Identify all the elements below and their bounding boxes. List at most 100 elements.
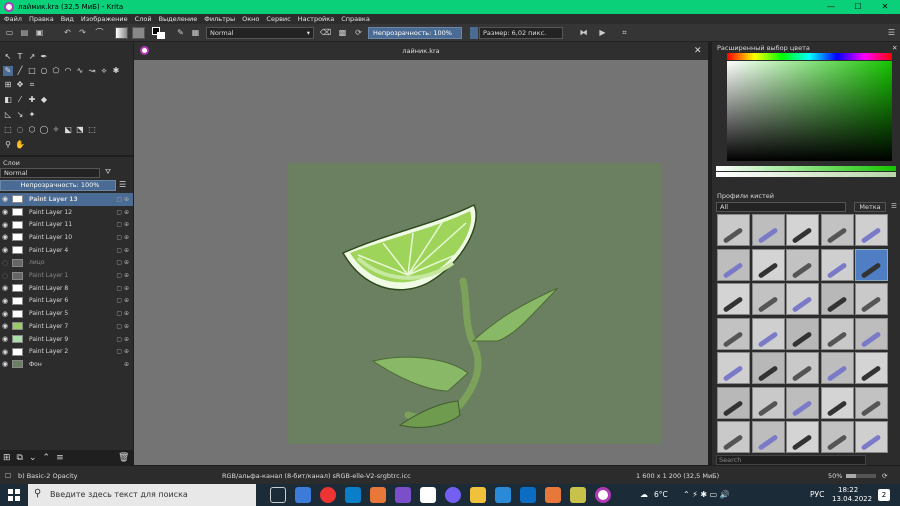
layer-opacity-slider[interactable]: Непрозрачность: 100% (0, 180, 116, 191)
brush-preset-icon[interactable] (717, 283, 750, 315)
app-icon[interactable] (545, 487, 561, 503)
menu-settings[interactable]: Настройка (298, 15, 334, 23)
brush-preset-icon[interactable] (855, 386, 888, 419)
layer-row[interactable]: ◉ Paint Layer 10 ▢ ⊕ (0, 231, 133, 244)
brush-preset-icon[interactable] (751, 352, 785, 384)
document-tab[interactable]: лайник.kra (134, 42, 708, 60)
rectangle-tool-icon[interactable]: □ (27, 66, 37, 76)
eye-icon[interactable]: ◉ (2, 208, 10, 216)
windows-start-icon[interactable] (8, 489, 20, 501)
brush-preset-icon[interactable] (855, 214, 888, 246)
eye-icon[interactable]: ◉ (2, 335, 10, 343)
brush-preset-icon[interactable] (786, 352, 819, 384)
polygon-select-icon[interactable]: ⬡ (27, 125, 37, 135)
add-layer-icon[interactable]: ⊞ (3, 453, 11, 463)
polygon-tool-icon[interactable]: ⬠ (51, 66, 61, 76)
mail-icon[interactable] (520, 487, 536, 503)
pan-tool-icon[interactable]: ✋ (15, 140, 25, 150)
layer-blend-select[interactable]: Normal (0, 168, 100, 178)
brush-settings-icon[interactable]: ▦ (190, 27, 201, 38)
brush-preset-icon[interactable] (786, 317, 819, 350)
zoom-tool-icon[interactable]: ⚲ (3, 140, 13, 150)
app-icon[interactable] (370, 487, 386, 503)
eye-icon[interactable]: ◉ (2, 195, 10, 203)
minimize-button[interactable]: — (818, 0, 844, 14)
save-document-icon[interactable]: ▣ (34, 27, 45, 38)
brush-preset-icon[interactable] (717, 386, 750, 419)
brush-preset-icon[interactable] (751, 421, 785, 453)
layer-row[interactable]: ○ лицо ▢ ⊕ (0, 257, 133, 270)
eye-icon[interactable]: ◉ (2, 284, 10, 292)
brush-preset-icon[interactable] (820, 317, 854, 350)
close-document-icon[interactable]: ✕ (694, 46, 702, 56)
layer-row[interactable]: ◉ Paint Layer 11 ▢ ⊕ (0, 218, 133, 231)
brush-preset-icon[interactable] (820, 386, 854, 419)
clock-time[interactable]: 18:22 (838, 486, 858, 494)
menu-image[interactable]: Изображение (81, 15, 128, 23)
saturation-slider[interactable] (716, 166, 896, 171)
brush-menu-icon[interactable]: ☰ (891, 202, 897, 210)
brush-preset-icon[interactable] (717, 248, 750, 281)
file-explorer-icon[interactable] (470, 487, 486, 503)
menu-filters[interactable]: Фильтры (204, 15, 235, 23)
bezier-select-icon[interactable]: ⬔ (75, 125, 85, 135)
layer-menu-icon[interactable]: ☰ (119, 180, 126, 189)
mirror-vertical-icon[interactable]: ▶ (597, 27, 608, 38)
move-down-icon[interactable]: ⌄ (29, 453, 37, 463)
brush-preset-icon[interactable] (717, 317, 750, 350)
language-indicator[interactable]: РУС (810, 490, 824, 499)
weather-temp[interactable]: 6°C (654, 490, 668, 499)
similar-select-icon[interactable]: ⬕ (63, 125, 73, 135)
magnetic-select-icon[interactable]: ⬚ (87, 125, 97, 135)
hue-slider[interactable] (727, 53, 892, 60)
reload-preset-icon[interactable]: ⟳ (353, 27, 364, 38)
multibrush-icon[interactable]: ✱ (111, 66, 121, 76)
tray-icons[interactable]: ⌃ ⚡ ✱ ▭ 🔊 (683, 490, 730, 499)
brush-stroke-icon[interactable]: ⌒ (94, 27, 105, 38)
app-icon[interactable] (345, 487, 361, 503)
layer-row[interactable]: ◉ Paint Layer 7 ▢ ⊕ (0, 320, 133, 333)
assistant-tool-icon[interactable]: ◺ (3, 110, 13, 120)
app-icon[interactable] (420, 487, 436, 503)
brush-preset-icon[interactable] (820, 283, 854, 315)
gradient-tool-icon[interactable]: ◧ (3, 95, 13, 105)
layer-row[interactable]: ◉ Paint Layer 6 ▢ ⊕ (0, 295, 133, 308)
eye-closed-icon[interactable]: ○ (2, 272, 10, 280)
menu-window[interactable]: Окно (242, 15, 259, 23)
crop-tool-icon[interactable]: ⌗ (27, 80, 37, 90)
ellipse-tool-icon[interactable]: ○ (39, 66, 49, 76)
opacity-slider[interactable]: Непрозрачность: 100% (368, 27, 462, 39)
open-document-icon[interactable]: ▤ (19, 27, 30, 38)
layer-properties-icon[interactable]: ≡ (56, 453, 64, 463)
menu-view[interactable]: Вид (61, 15, 74, 23)
polyline-tool-icon[interactable]: ◠ (63, 66, 73, 76)
menu-layer[interactable]: Слой (135, 15, 152, 23)
eye-icon[interactable]: ◉ (2, 322, 10, 330)
eye-closed-icon[interactable]: ○ (2, 259, 10, 267)
brush-preset-icon[interactable] (751, 248, 785, 281)
eye-icon[interactable]: ◉ (2, 348, 10, 356)
menu-edit[interactable]: Правка (29, 15, 54, 23)
brush-search-input[interactable]: Search (716, 455, 866, 465)
task-view-icon[interactable] (270, 487, 286, 503)
lightness-slider[interactable] (716, 172, 896, 177)
undo-icon[interactable]: ↶ (62, 27, 73, 38)
maximize-button[interactable]: ☐ (845, 0, 871, 14)
color-square[interactable] (727, 61, 892, 161)
rect-select-icon[interactable]: ⬚ (3, 125, 13, 135)
new-document-icon[interactable]: ▭ (4, 27, 15, 38)
freehand-path-icon[interactable]: ↝ (87, 66, 97, 76)
app-icon[interactable] (295, 487, 311, 503)
bezier-tool-icon[interactable]: ∿ (75, 66, 85, 76)
eye-icon[interactable]: ◉ (2, 310, 10, 318)
layer-row[interactable]: ◉ Paint Layer 8 ▢ ⊕ (0, 282, 133, 295)
fg-bg-color-swatch[interactable] (152, 27, 165, 39)
brush-preset-icon[interactable] (820, 214, 854, 246)
layer-row[interactable]: ◉ Paint Layer 9 ▢ ⊕ (0, 333, 133, 346)
dock-close-icon[interactable]: ✕ (892, 44, 897, 52)
alpha-lock-icon[interactable]: ▩ (337, 27, 348, 38)
layer-row[interactable]: ◉ Paint Layer 12 ▢ ⊕ (0, 206, 133, 219)
wrap-around-icon[interactable]: ⌗ (619, 27, 630, 38)
eye-icon[interactable]: ◉ (2, 246, 10, 254)
size-slider-fill[interactable] (470, 27, 478, 39)
